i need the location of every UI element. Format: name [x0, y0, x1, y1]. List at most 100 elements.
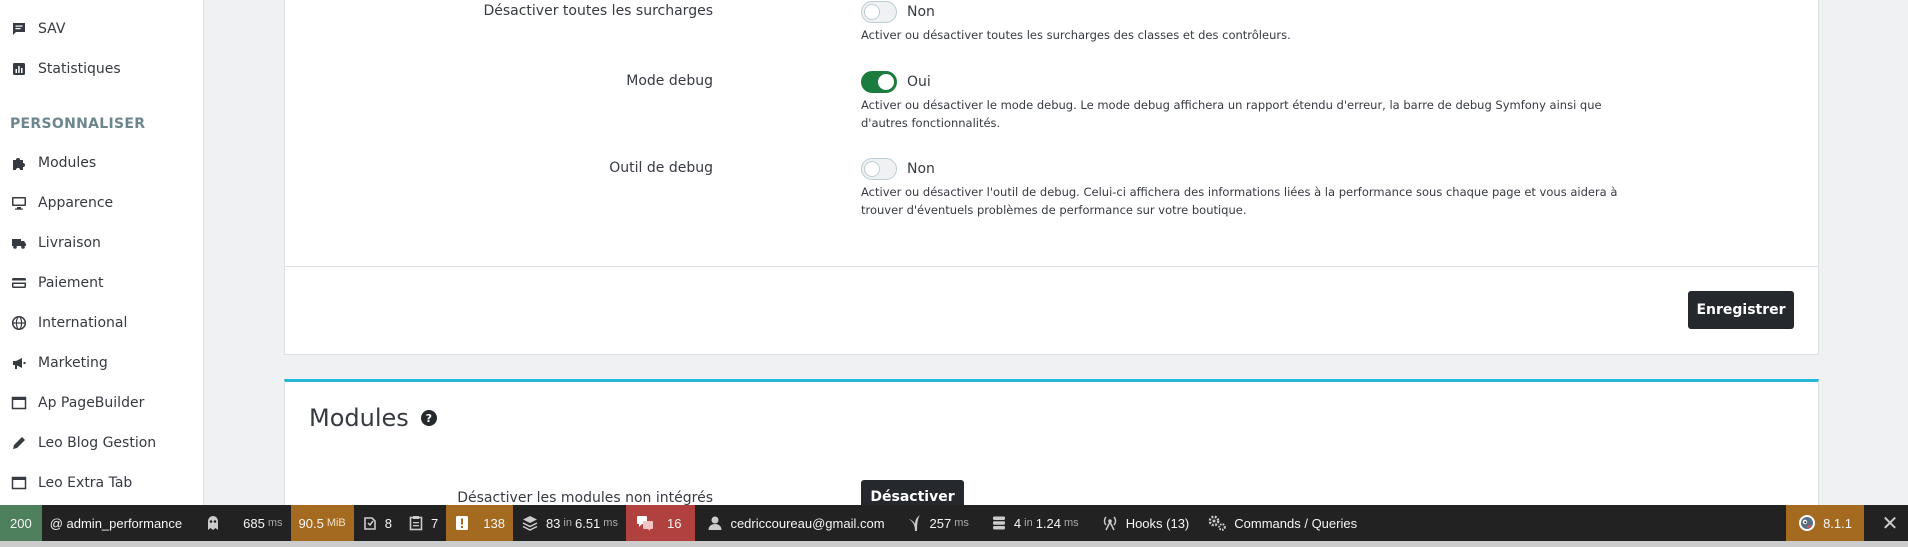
switch-knob [864, 161, 880, 177]
monitor-icon [10, 194, 28, 212]
sidebar-item-leo-extra-tab[interactable]: Leo Extra Tab [10, 471, 132, 495]
sidebar-item-label: Statistiques [38, 61, 121, 77]
overrides-help: Activer ou désactiver toutes les surchar… [861, 28, 1291, 42]
debug-tool-label: Outil de debug [609, 160, 713, 176]
overrides-switch[interactable] [861, 1, 897, 23]
debug-mode-switch[interactable] [861, 71, 897, 93]
debug-tool-help: Activer ou désactiver l'outil de debug. … [861, 185, 1618, 217]
db-count: 4 [1013, 515, 1022, 531]
time-unit: ms [267, 517, 283, 529]
card-icon [10, 274, 28, 292]
antenna-icon [1101, 515, 1119, 531]
debug-tool-switch[interactable] [861, 158, 897, 180]
layers-icon [521, 515, 539, 531]
truck-icon [10, 234, 28, 252]
sidebar-item-label: International [38, 315, 128, 331]
db-time: 1.24 [1035, 515, 1062, 531]
sidebar-item-ap-pagebuilder[interactable]: Ap PageBuilder [10, 391, 144, 415]
commands-label: Commands / Queries [1234, 515, 1358, 531]
overrides-label: Désactiver toutes les surcharges [483, 3, 713, 19]
sidebar-item-paiement[interactable]: Paiement [10, 271, 104, 295]
validator-panel[interactable]: 7 [400, 505, 446, 541]
ghost-icon [204, 514, 222, 532]
debug-mode-label: Mode debug [626, 73, 713, 89]
sidebar-item-leo-blog-gestion[interactable]: Leo Blog Gestion [10, 431, 156, 455]
sidebar-item-label: Apparence [38, 195, 114, 211]
cache-panel[interactable]: 83 in 6.51 ms [513, 505, 626, 541]
pencil-icon [10, 434, 28, 452]
sidebar-item-sav[interactable]: SAV [10, 17, 65, 41]
version-panel[interactable]: 8.1.1 [1786, 505, 1864, 541]
version-value: 8.1.1 [1823, 515, 1852, 531]
translation-panel[interactable]: 16 [625, 505, 696, 541]
time-value: 685 [243, 515, 265, 531]
megaphone-icon [10, 354, 28, 372]
forms-count: 8 [384, 515, 393, 531]
sidebar-item-label: Modules [38, 155, 97, 171]
sidebar-item-label: Marketing [38, 355, 108, 371]
debug-toolbar: 200 @ admin_performance 685 ms 90.5 MiB … [0, 505, 1908, 541]
sidebar-item-livraison[interactable]: Livraison [10, 231, 101, 255]
sidebar-section-title: PERSONNALISER [10, 116, 146, 132]
status-code[interactable]: 200 [0, 505, 42, 541]
user-panel[interactable]: cedriccoureau@gmail.com [695, 505, 892, 541]
clipboard-icon [408, 515, 424, 531]
sidebar-item-marketing[interactable]: Marketing [10, 351, 108, 375]
modules-card-title: Modules [309, 404, 409, 432]
window-icon [10, 394, 28, 412]
validator-count: 7 [431, 515, 439, 531]
user-email: cedriccoureau@gmail.com [730, 515, 885, 531]
debug-mode-help: Activer ou désactiver le mode debug. Le … [861, 98, 1602, 130]
cache-time: 6.51 [574, 515, 601, 531]
warning-icon [454, 515, 470, 531]
close-icon: ✕ [1881, 511, 1899, 535]
twig-panel[interactable]: 257 ms [893, 505, 977, 541]
db-in: in [1024, 517, 1033, 529]
commands-panel[interactable]: Commands / Queries [1197, 505, 1365, 541]
chat-icon [10, 20, 28, 38]
sidebar-item-label: Leo Extra Tab [38, 475, 133, 491]
close-toolbar-button[interactable]: ✕ [1872, 505, 1908, 541]
card-footer: Enregistrer [285, 266, 1818, 354]
memory-unit: MiB [326, 517, 346, 529]
modules-card-header: Modules ? [309, 404, 437, 432]
route-name[interactable]: @ admin_performance [42, 505, 190, 541]
debug-settings-card: Désactiver toutes les surcharges Non Act… [284, 0, 1819, 355]
gears-icon [1207, 514, 1227, 532]
switch-knob [864, 4, 880, 20]
debug-mode-switch-state: Oui [907, 74, 931, 90]
db-unit: ms [1064, 517, 1079, 529]
logs-panel[interactable]: 138 [446, 505, 513, 541]
overrides-switch-state: Non [907, 4, 935, 20]
window-icon [10, 474, 28, 492]
memory-value: 90.5 [298, 515, 324, 531]
save-button[interactable]: Enregistrer [1688, 291, 1794, 329]
sidebar-item-apparence[interactable]: Apparence [10, 191, 113, 215]
switch-knob [878, 74, 894, 90]
sidebar-item-label: SAV [38, 21, 66, 37]
hooks-label: Hooks (13) [1125, 515, 1190, 531]
sidebar-item-international[interactable]: International [10, 311, 127, 335]
memory-panel[interactable]: 90.5 MiB [290, 505, 354, 541]
prestashop-logo-icon [1798, 514, 1816, 532]
hooks-panel[interactable]: Hooks (13) [1087, 505, 1198, 541]
translation-icon [636, 515, 654, 531]
twig-time: 257 [929, 515, 952, 531]
time-panel[interactable]: 685 ms [190, 505, 290, 541]
sidebar-item-label: Paiement [38, 275, 104, 291]
forms-panel[interactable]: 8 [354, 505, 400, 541]
modules-card: Modules ? Désactiver les modules non int… [284, 379, 1819, 519]
sidebar-item-statistiques[interactable]: Statistiques [10, 57, 121, 81]
sidebar-item-modules[interactable]: Modules [10, 151, 96, 175]
cache-count: 83 [545, 515, 561, 531]
debug-tool-switch-state: Non [907, 161, 935, 177]
user-icon [707, 515, 723, 531]
globe-icon [10, 314, 28, 332]
sidebar: SAV Statistiques PERSONNALISER Modules A… [0, 0, 204, 505]
database-panel[interactable]: 4 in 1.24 ms [977, 505, 1087, 541]
translation-count: 16 [666, 515, 682, 531]
help-icon[interactable]: ? [420, 410, 437, 426]
puzzle-icon [10, 154, 28, 172]
cache-in: in [563, 517, 572, 529]
cache-unit: ms [603, 517, 618, 529]
